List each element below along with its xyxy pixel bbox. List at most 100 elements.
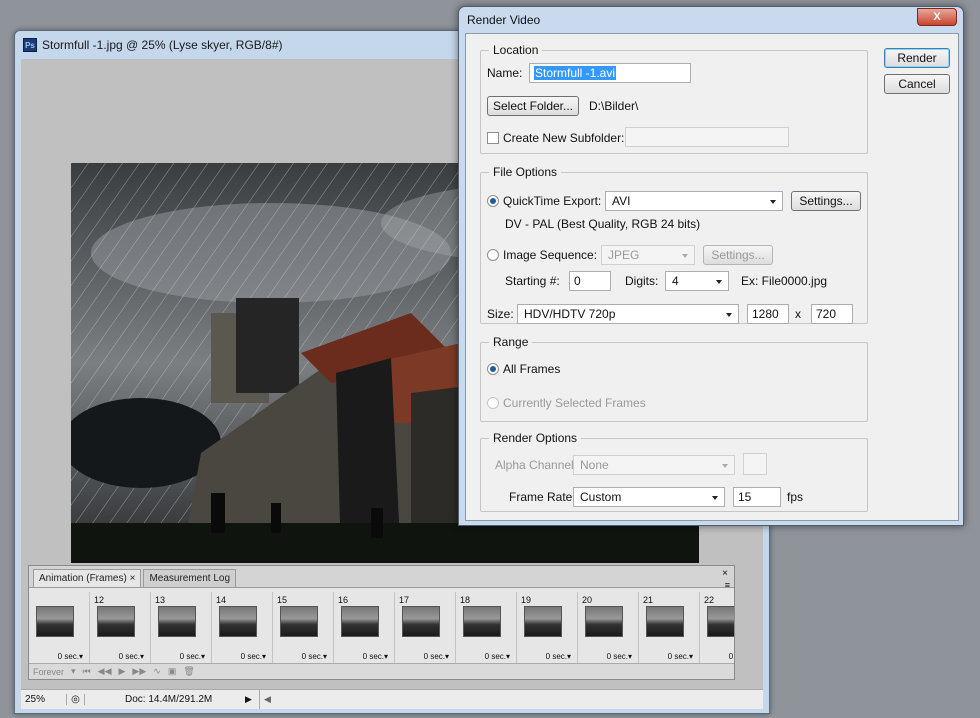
image-sequence-select[interactable]: JPEG <box>601 245 695 265</box>
animation-frame[interactable]: 18 0 sec.▾ <box>456 592 517 664</box>
next-frame-icon[interactable]: ▶▶ <box>132 666 146 677</box>
subfolder-checkbox[interactable] <box>487 132 499 144</box>
quicktime-radio[interactable] <box>487 195 499 207</box>
frame-rate-select[interactable]: Custom <box>573 487 725 507</box>
file-options-label: File Options <box>489 165 562 179</box>
frame-delay[interactable]: 0 sec.▾ <box>302 652 327 661</box>
tab-measurement-log[interactable]: Measurement Log <box>143 569 237 587</box>
animation-frame[interactable]: 21 0 sec.▾ <box>639 592 700 664</box>
quicktime-settings-button[interactable]: Settings... <box>791 191 861 211</box>
render-button[interactable]: Render <box>884 48 950 68</box>
selected-frames-radio[interactable] <box>487 397 499 409</box>
frame-thumbnail <box>280 606 318 637</box>
quicktime-label: QuickTime Export: <box>503 194 602 208</box>
frame-number: 21 <box>643 595 654 605</box>
frame-thumbnail <box>158 606 196 637</box>
h-scroll-left-icon[interactable]: ◀ <box>259 690 763 709</box>
render-video-dialog: Render Video X Render Cancel Location Na… <box>458 6 964 526</box>
loop-dropdown-icon[interactable]: ▾ <box>71 666 76 677</box>
animation-frame[interactable]: 12 0 sec.▾ <box>90 592 151 664</box>
frame-delay[interactable]: 0 sec.▾ <box>119 652 144 661</box>
frame-number: 14 <box>216 595 227 605</box>
frame-delay[interactable]: 0 sec.▾ <box>546 652 571 661</box>
all-frames-label: All Frames <box>503 362 561 376</box>
document-title: Stormfull -1.jpg @ 25% (Lyse skyer, RGB/… <box>42 38 283 52</box>
tab-animation-frames[interactable]: Animation (Frames) × <box>33 569 142 587</box>
frame-delay[interactable]: 0 sec.▾ <box>363 652 388 661</box>
select-folder-button[interactable]: Select Folder... <box>487 96 579 116</box>
frame-thumbnail <box>585 606 623 637</box>
frame-delay[interactable]: 0 sec.▾ <box>241 652 266 661</box>
cancel-button[interactable]: Cancel <box>884 74 950 94</box>
photoshop-icon: Ps <box>23 38 37 52</box>
frame-number: 13 <box>155 595 166 605</box>
animation-frame[interactable]: 16 0 sec.▾ <box>334 592 395 664</box>
alpha-channel-select[interactable]: None <box>573 455 735 475</box>
frame-thumbnail <box>219 606 257 637</box>
frame-delay[interactable]: 0 sec.▾ <box>729 652 734 661</box>
animation-frame[interactable]: 17 0 sec.▾ <box>395 592 456 664</box>
animation-frame[interactable]: 19 0 sec.▾ <box>517 592 578 664</box>
status-arrow-icon[interactable]: ▶ <box>245 694 259 705</box>
frame-delay[interactable]: 0 sec.▾ <box>607 652 632 661</box>
frame-delay[interactable]: 0 sec.▾ <box>180 652 205 661</box>
starting-number-label: Starting #: <box>505 274 560 288</box>
fps-field[interactable]: 15 <box>733 487 781 507</box>
alpha-channel-label: Alpha Channel: <box>495 458 578 472</box>
animation-frame[interactable]: 22 0 sec.▾ <box>700 592 734 664</box>
frame-number: 20 <box>582 595 593 605</box>
width-field[interactable]: 1280 <box>747 304 789 324</box>
location-group: Location Name: Stormfull -1.avi Select F… <box>480 43 868 154</box>
digits-label: Digits: <box>625 274 659 288</box>
frame-number: 22 <box>704 595 715 605</box>
frame-number: 12 <box>94 595 105 605</box>
frame-rate-label: Frame Rate: <box>509 490 576 504</box>
quicktime-format-select[interactable]: AVI <box>605 191 783 211</box>
play-icon[interactable]: ▶ <box>119 666 126 677</box>
frame-thumbnail <box>36 606 74 637</box>
frame-thumbnail <box>402 606 440 637</box>
animation-controls: Forever ▾ ⏮ ◀◀ ▶ ▶▶ ∿ ▣ 🗑 <box>29 663 734 679</box>
tween-icon[interactable]: ∿ <box>153 666 161 677</box>
delete-frame-icon[interactable]: 🗑 <box>183 666 194 677</box>
frame-delay[interactable]: 0 sec.▾ <box>668 652 693 661</box>
folder-path: D:\Bilder\ <box>589 99 639 113</box>
name-label: Name: <box>487 66 523 80</box>
range-label: Range <box>489 335 533 349</box>
frame-thumbnail <box>341 606 379 637</box>
first-frame-icon[interactable]: ⏮ <box>83 666 91 677</box>
frame-number: 15 <box>277 595 288 605</box>
prev-frame-icon[interactable]: ◀◀ <box>98 666 112 677</box>
image-sequence-settings-button[interactable]: Settings... <box>703 245 773 265</box>
close-button[interactable]: X <box>917 8 957 26</box>
starting-number-field[interactable]: 0 <box>569 271 611 291</box>
name-value: Stormfull -1.avi <box>534 66 617 80</box>
frame-thumbnail <box>97 606 135 637</box>
subfolder-field[interactable] <box>625 127 789 147</box>
dialog-body: Render Cancel Location Name: Stormfull -… <box>465 33 959 521</box>
frame-delay[interactable]: 0 sec.▾ <box>58 652 83 661</box>
status-menu-icon[interactable]: ◎ <box>67 694 85 705</box>
animation-frame[interactable]: 14 0 sec.▾ <box>212 592 273 664</box>
loop-select[interactable]: Forever <box>33 667 64 677</box>
animation-frame[interactable]: 15 0 sec.▾ <box>273 592 334 664</box>
animation-frame[interactable]: 20 0 sec.▾ <box>578 592 639 664</box>
zoom-level[interactable]: 25% <box>21 694 67 705</box>
new-frame-icon[interactable]: ▣ <box>168 666 177 677</box>
animation-frame[interactable]: 13 0 sec.▾ <box>151 592 212 664</box>
height-field[interactable]: 720 <box>811 304 853 324</box>
frame-delay[interactable]: 0 sec.▾ <box>485 652 510 661</box>
panel-close-icon[interactable]: × <box>722 568 728 579</box>
status-bar: 25% ◎ Doc: 14.4M/291.2M ▶ ◀ <box>21 689 763 709</box>
all-frames-radio[interactable] <box>487 363 499 375</box>
name-field[interactable]: Stormfull -1.avi <box>529 63 691 83</box>
panel-menu-icon[interactable]: ≡ <box>725 580 730 590</box>
digits-select[interactable]: 4 <box>665 271 729 291</box>
image-sequence-radio[interactable] <box>487 249 499 261</box>
frame-delay[interactable]: 0 sec.▾ <box>424 652 449 661</box>
alpha-color-swatch[interactable] <box>743 453 767 475</box>
render-options-group: Render Options Alpha Channel: None Frame… <box>480 431 868 512</box>
animation-frame[interactable]: 0 sec.▾ <box>29 592 90 664</box>
example-text: Ex: File0000.jpg <box>741 274 828 288</box>
size-preset-select[interactable]: HDV/HDTV 720p <box>517 304 739 324</box>
